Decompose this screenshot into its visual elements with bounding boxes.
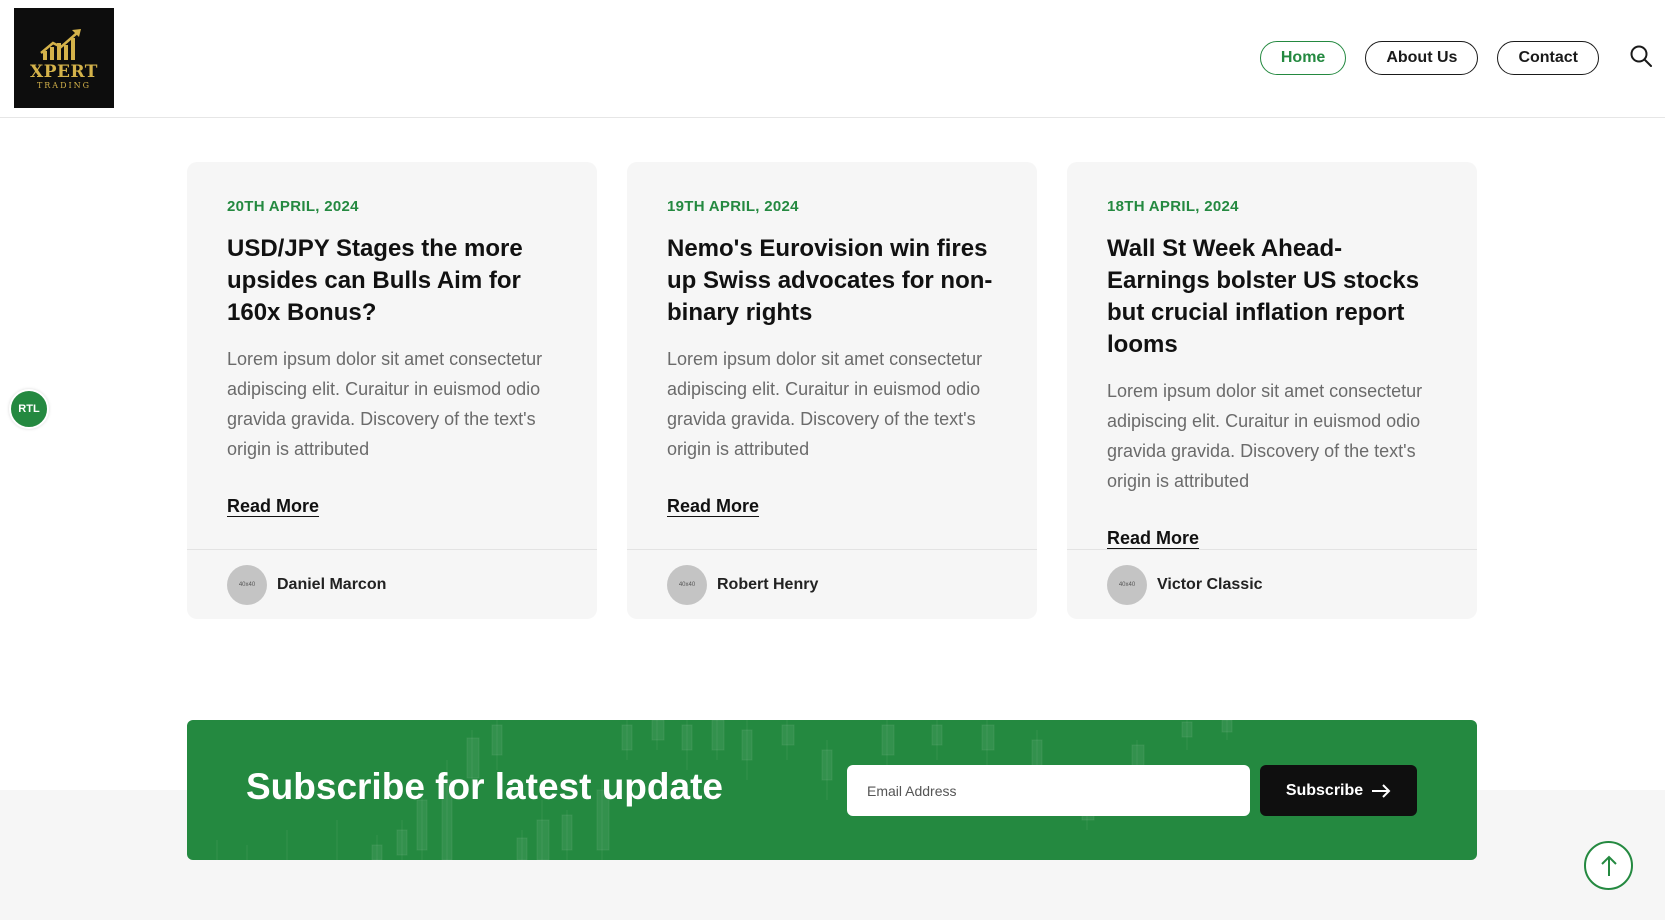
- post-author-row: 40x40 Daniel Marcon: [187, 549, 597, 619]
- nav-contact[interactable]: Contact: [1497, 41, 1599, 75]
- author-name: Daniel Marcon: [277, 575, 387, 593]
- search-icon[interactable]: [1629, 44, 1653, 68]
- post-excerpt: Lorem ipsum dolor sit amet consectetur a…: [227, 349, 543, 459]
- post-author-row: 40x40 Robert Henry: [627, 549, 1037, 619]
- post-date: 19TH APRIL, 2024: [667, 198, 799, 215]
- post-date: 18TH APRIL, 2024: [1107, 198, 1239, 215]
- post-date: 20TH APRIL, 2024: [227, 198, 359, 215]
- nav-home[interactable]: Home: [1259, 41, 1347, 75]
- site-header: XPERT TRADING Home About Us Contact: [0, 0, 1665, 118]
- avatar: 40x40: [227, 564, 267, 605]
- author-name: Victor Classic: [1157, 575, 1263, 593]
- read-more-link[interactable]: Read More: [667, 496, 759, 516]
- email-input[interactable]: [847, 765, 1250, 816]
- read-more-link[interactable]: Read More: [1107, 528, 1199, 548]
- subscribe-button-label: Subscribe: [1285, 781, 1364, 799]
- logo[interactable]: XPERT TRADING: [14, 8, 114, 108]
- blog-card: 20TH APRIL, 2024 USD/JPY Stages the more…: [187, 162, 597, 619]
- nav-about-us[interactable]: About Us: [1365, 41, 1479, 75]
- author-name: Robert Henry: [717, 575, 819, 593]
- main-nav: Home About Us Contact: [1259, 41, 1599, 75]
- arrow-right-icon: [1372, 783, 1391, 798]
- avatar: 40x40: [667, 564, 707, 605]
- logo-title: XPERT: [30, 61, 98, 82]
- read-more-link[interactable]: Read More: [227, 496, 319, 516]
- post-author-row: 40x40 Victor Classic: [1067, 549, 1477, 619]
- avatar: 40x40: [1107, 564, 1147, 605]
- rtl-toggle[interactable]: RTL: [9, 389, 49, 429]
- subscribe-button[interactable]: Subscribe: [1260, 765, 1417, 816]
- subscribe-banner: Subscribe for latest update Subscribe: [187, 720, 1477, 860]
- post-title[interactable]: Nemo's Eurovision win fires up Swiss adv…: [667, 233, 997, 329]
- blog-card: 18TH APRIL, 2024 Wall St Week Ahead-Earn…: [1067, 162, 1477, 619]
- arrow-up-icon: [1600, 855, 1617, 876]
- post-title[interactable]: USD/JPY Stages the more upsides can Bull…: [227, 233, 557, 329]
- blog-cards: 20TH APRIL, 2024 USD/JPY Stages the more…: [187, 162, 1477, 619]
- logo-subtitle: TRADING: [36, 80, 92, 90]
- post-excerpt: Lorem ipsum dolor sit amet consectetur a…: [1107, 381, 1423, 491]
- chart-arrow-icon: [40, 28, 81, 60]
- subscribe-title: Subscribe for latest update: [246, 766, 723, 807]
- post-title[interactable]: Wall St Week Ahead-Earnings bolster US s…: [1107, 233, 1437, 361]
- back-to-top-button[interactable]: [1584, 841, 1633, 890]
- post-excerpt: Lorem ipsum dolor sit amet consectetur a…: [667, 349, 983, 459]
- blog-card: 19TH APRIL, 2024 Nemo's Eurovision win f…: [627, 162, 1037, 619]
